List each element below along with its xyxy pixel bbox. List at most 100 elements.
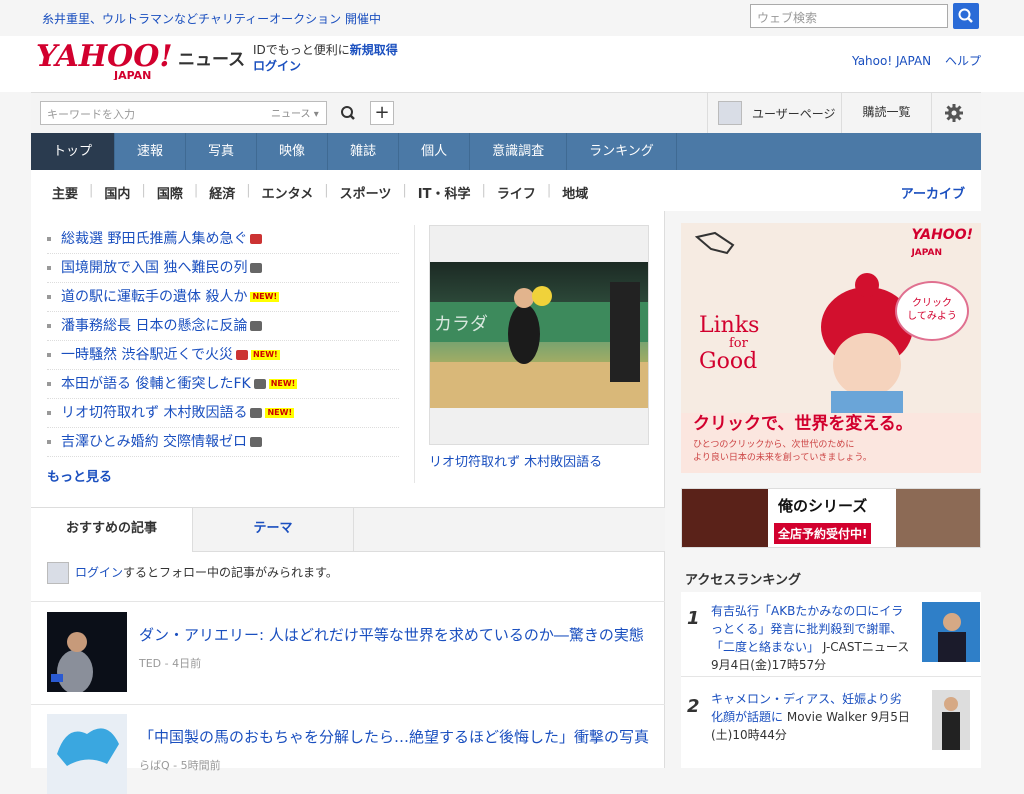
ad-title: 俺のシリーズ	[778, 497, 868, 515]
photo-caption[interactable]: リオ切符取れず 木村敗因語る	[429, 451, 602, 470]
rank-number: 1	[687, 608, 700, 629]
article-title[interactable]: 「中国製の馬のおもちゃを分解したら…絶望するほど後悔した」衝撃の写真	[139, 726, 649, 747]
article-tabs: おすすめの記事 テーマ	[31, 507, 665, 552]
topic-link[interactable]: 総裁選 野田氏推薦人集め急ぐ	[61, 231, 247, 247]
sub-nav-item[interactable]: IT・科学	[407, 170, 482, 214]
ad-logo-text: YAHOO!	[911, 227, 973, 243]
more-topics-link[interactable]: もっと見る	[47, 466, 399, 485]
divider	[414, 225, 415, 483]
links-for-good-ad[interactable]: YAHOO! JAPAN クリック してみよう Links for Good クリ…	[681, 223, 981, 473]
divider	[681, 676, 981, 677]
topic-item[interactable]: 一時騒然 渋谷駅近くで火災 NEW!	[47, 341, 399, 370]
new-badge: NEW!	[250, 292, 280, 302]
sub-nav-item[interactable]: 国内	[93, 170, 141, 214]
bullet-icon	[47, 353, 51, 357]
ranking-text: キャメロン・ディアス、妊娠より劣化顔が話題に Movie Walker 9月5日…	[711, 690, 911, 744]
divider	[31, 704, 665, 705]
ranking-item[interactable]: 1 有吉弘行「AKBたかみなの口にイラっとくる」発言に批判殺到で謝罪、「二度と絡…	[681, 602, 981, 682]
svg-text:YAHOO!: YAHOO!	[36, 40, 173, 74]
ad-good-word: Good	[699, 349, 758, 374]
topic-link[interactable]: リオ切符取れず 木村敗因語る	[61, 405, 247, 421]
ad-bubble: クリック してみよう	[895, 281, 969, 341]
ad-logo-sub: JAPAN	[911, 248, 943, 258]
main-nav-item[interactable]: 雑誌	[328, 133, 400, 170]
yahoo-japan-link[interactable]: Yahoo! JAPAN	[852, 54, 931, 68]
help-link[interactable]: ヘルプ	[945, 54, 981, 68]
user-page-button[interactable]: ユーザーページ	[707, 93, 842, 134]
topic-item[interactable]: 本田が語る 俊輔と衝突したFK NEW!	[47, 370, 399, 399]
article-thumbnail	[47, 612, 127, 694]
article-title[interactable]: ダン・アリエリー: 人はどれだけ平等な世界を求めているのか―驚きの実態	[139, 624, 644, 645]
yahoo-logo[interactable]: YAHOO! JAPAN	[36, 39, 176, 82]
sub-nav-item[interactable]: 国際	[146, 170, 194, 214]
topic-item[interactable]: 道の駅に運転手の遺体 殺人か NEW!	[47, 283, 399, 312]
ranking-title: アクセスランキング	[685, 573, 801, 588]
topic-link[interactable]: 吉澤ひとみ婚約 交際情報ゼロ	[61, 434, 247, 450]
article-item[interactable]: 「中国製の馬のおもちゃを分解したら…絶望するほど後悔した」衝撃の写真 らばQ -…	[47, 714, 649, 794]
ad-links-word: Links	[699, 313, 760, 338]
article-meta: らばQ - 5時間前	[139, 759, 221, 772]
settings-button[interactable]	[944, 103, 964, 123]
topic-link[interactable]: 本田が語る 俊輔と衝突したFK	[61, 376, 251, 392]
tab-theme[interactable]: テーマ	[193, 508, 354, 552]
add-button[interactable]: +	[370, 101, 394, 125]
ad-subtext: ひとつのクリックから、次世代のために より良い日本の未来を創っていきましょう。	[693, 439, 872, 465]
sub-nav: 主要 | 国内 | 国際 | 経済 | エンタメ | スポーツ | IT・科学 | ライフ | 地域 アーカイブ	[31, 170, 981, 214]
main-nav-item[interactable]: ランキング	[567, 133, 677, 170]
article-meta: TED - 4日前	[139, 657, 202, 670]
sub-nav-item[interactable]: スポーツ	[329, 170, 403, 214]
topic-link[interactable]: 道の駅に運転手の遺体 殺人か	[61, 289, 247, 305]
user-area: ユーザーページ 購読一覧	[707, 93, 981, 134]
topic-item[interactable]: リオ切符取れず 木村敗因語る NEW!	[47, 399, 399, 428]
search-icon	[958, 8, 973, 23]
subscriptions-button[interactable]: 購読一覧	[842, 93, 932, 134]
topic-item[interactable]: 潘事務総長 日本の懸念に反論	[47, 312, 399, 341]
article-item[interactable]: ダン・アリエリー: 人はどれだけ平等な世界を求めているのか―驚きの実態 TED …	[47, 612, 647, 694]
main-nav-item[interactable]: 個人	[399, 133, 471, 170]
sub-nav-item[interactable]: ライフ	[486, 170, 547, 214]
register-link[interactable]: 新規取得	[350, 43, 398, 57]
volleyball-photo: カラダ	[430, 262, 648, 408]
main-nav-item[interactable]: 映像	[257, 133, 329, 170]
user-page-label: ユーザーページ	[752, 107, 836, 121]
sub-nav-item[interactable]: エンタメ	[251, 170, 325, 214]
section-name[interactable]: ニュース	[178, 45, 245, 70]
topic-item[interactable]: 吉澤ひとみ婚約 交際情報ゼロ	[47, 428, 399, 457]
topic-item[interactable]: 国境開放で入国 独へ難民の列	[47, 254, 399, 283]
topic-link[interactable]: 一時騒然 渋谷駅近くで火災	[61, 347, 233, 363]
new-badge: NEW!	[265, 408, 295, 418]
archive-link[interactable]: アーカイブ	[901, 183, 965, 202]
main-nav-item[interactable]: 写真	[186, 133, 258, 170]
web-search-button[interactable]	[953, 3, 979, 29]
divider	[31, 601, 665, 602]
tab-recommended[interactable]: おすすめの記事	[31, 508, 193, 552]
topic-photo[interactable]: カラダ	[429, 225, 649, 445]
ore-series-ad[interactable]: 俺のシリーズ 全店予約受付中!	[681, 488, 981, 548]
sub-nav-item[interactable]: 地域	[551, 170, 599, 214]
login-link[interactable]: ログイン	[253, 59, 301, 73]
topic-link[interactable]: 国境開放で入国 独へ難民の列	[61, 260, 247, 276]
ad-subtitle: 全店予約受付中!	[774, 523, 872, 544]
login-box: IDでもっと便利に新規取得 ログイン	[253, 42, 398, 74]
bullet-icon	[47, 382, 51, 386]
svg-text:カラダ: カラダ	[434, 314, 488, 335]
login-hint: ログインするとフォロー中の記事がみられます。	[47, 562, 338, 584]
search-scope-select[interactable]: ニュース ▾	[271, 105, 319, 120]
topic-link[interactable]: 潘事務総長 日本の懸念に反論	[61, 318, 247, 334]
promo-link[interactable]: 糸井重里、ウルトラマンなどチャリティーオークション 開催中	[42, 10, 381, 27]
ad-slogan: クリックで、世界を変える。	[693, 414, 913, 434]
sub-nav-item[interactable]: 経済	[198, 170, 246, 214]
main-nav-item[interactable]: 意識調査	[470, 133, 568, 170]
bullet-icon	[47, 411, 51, 415]
ranking-item[interactable]: 2 キャメロン・ディアス、妊娠より劣化顔が話題に Movie Walker 9月…	[681, 690, 981, 760]
topic-item[interactable]: 総裁選 野田氏推薦人集め急ぐ	[47, 225, 399, 254]
rank-number: 2	[687, 696, 700, 717]
header-links: Yahoo! JAPAN ヘルプ	[842, 52, 981, 69]
sub-nav-item[interactable]: 主要	[41, 170, 90, 214]
web-search-input[interactable]: ウェブ検索	[750, 4, 948, 28]
login-hint-link[interactable]: ログイン	[75, 566, 123, 580]
chevron-down-icon: ▾	[313, 109, 319, 120]
new-badge: NEW!	[251, 350, 280, 360]
main-nav-item[interactable]: 速報	[115, 133, 187, 170]
main-nav-item[interactable]: トップ	[31, 133, 116, 170]
